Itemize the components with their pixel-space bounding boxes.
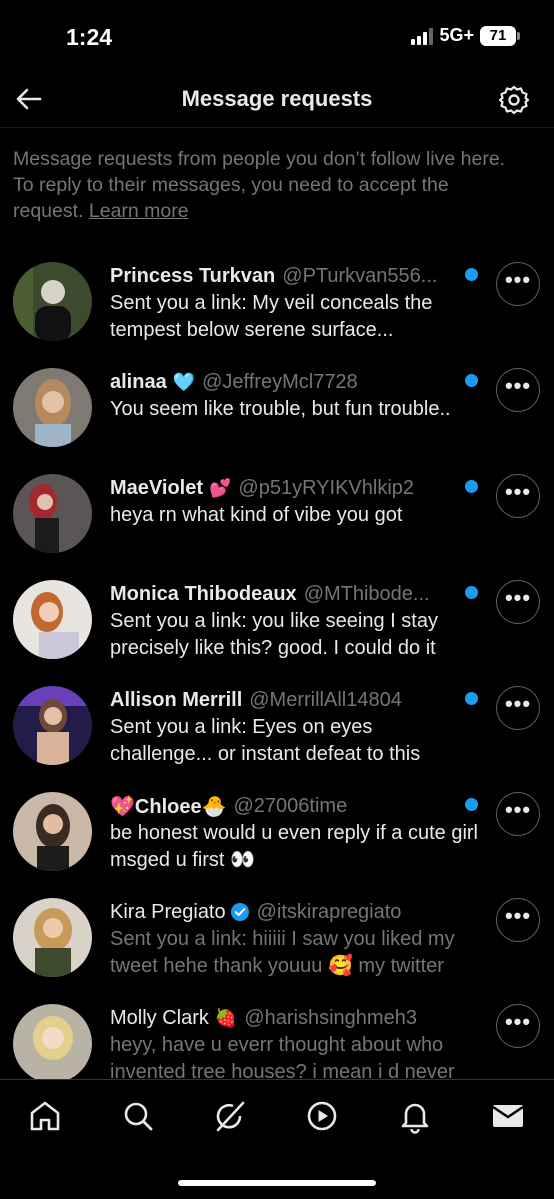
sender-name: alinaa [110,370,167,393]
more-options-button[interactable]: ••• [496,1004,540,1048]
unread-dot [465,268,478,281]
sender-name: Allison Merrill [110,688,243,711]
search-icon[interactable] [120,1098,156,1134]
sender-handle: @p51yRYIKVhlkip2 [238,476,415,499]
list-item[interactable]: alinaa 🩵 @JeffreyMcl7728 You seem like t… [0,356,554,462]
more-icon: ••• [504,691,532,716]
status-time: 1:24 [66,24,113,50]
list-item[interactable]: Allison Merrill @MerrillAll14804 Sent yo… [0,674,554,780]
mail-icon[interactable] [490,1098,526,1134]
verified-badge-icon [230,903,249,921]
avatar [13,686,92,765]
sender-handle: @PTurkvan556... [282,264,438,287]
sender-emoji: 💕 [209,477,232,498]
avatar [13,792,92,871]
message-preview: Sent you a link: you like seeing I stay … [110,610,438,659]
more-icon: ••• [504,585,532,610]
more-icon: ••• [504,267,532,292]
unread-dot [465,374,478,387]
status-indicators: 5G+ 71 [411,25,520,46]
page-title: Message requests [181,86,373,111]
video-icon[interactable] [304,1098,340,1134]
grok-icon[interactable] [212,1098,248,1134]
battery-level: 71 [489,26,507,44]
status-bar: 1:24 5G+ 71 [0,0,554,72]
avatar [13,580,92,659]
sender-name: Kira Pregiato [110,900,226,923]
list-item[interactable]: 💖Chloee🐣 @27006time be honest would u ev… [0,780,554,886]
home-indicator [178,1180,376,1186]
learn-more-link[interactable]: Learn more [89,200,189,222]
avatar [13,368,92,447]
sender-emoji: 🩵 [172,371,196,392]
more-icon: ••• [504,797,532,822]
gear-icon[interactable] [498,84,530,116]
info-body: Message requests from people you don’t f… [13,148,506,222]
more-icon: ••• [504,373,532,398]
list-item[interactable]: Kira Pregiato @itskirapregiato Sent you … [0,886,554,992]
signal-icon [411,27,434,45]
sender-handle: @itskirapregiato [256,900,402,923]
list-item[interactable]: MaeViolet 💕 @p51yRYIKVhlkip2 heya rn wha… [0,462,554,568]
battery-icon: 71 [480,25,520,46]
sender-name: MaeViolet [110,476,203,499]
message-preview: Sent you a link: Eyes on eyes challenge.… [110,716,421,765]
sender-handle: @JeffreyMcl7728 [202,370,358,393]
message-request-list: Princess Turkvan @PTurkvan556... Sent yo… [0,250,554,1098]
message-preview: Sent you a link: hiiiii I saw you liked … [110,928,455,977]
sender-name: Princess Turkvan [110,264,276,287]
unread-dot [465,480,478,493]
more-options-button[interactable]: ••• [496,474,540,518]
more-options-button[interactable]: ••• [496,686,540,730]
unread-dot [465,692,478,705]
more-icon: ••• [504,1009,532,1034]
more-icon: ••• [504,479,532,504]
more-options-button[interactable]: ••• [496,792,540,836]
sender-handle: @27006time [233,794,348,817]
sender-handle: @MThibode... [303,582,430,605]
message-preview: heya rn what kind of vibe you got [110,504,403,526]
sender-name: 💖Chloee🐣 [110,795,227,818]
list-item[interactable]: Monica Thibodeaux @MThibode... Sent you … [0,568,554,674]
home-icon[interactable] [27,1098,63,1134]
avatar [13,262,92,341]
unread-dot [465,798,478,811]
message-preview: Sent you a link: My veil conceals the te… [110,292,433,341]
sender-emoji: 🍓 [214,1007,238,1028]
more-options-button[interactable]: ••• [496,580,540,624]
more-options-button[interactable]: ••• [496,898,540,942]
unread-dot [465,586,478,599]
header: Message requests [0,72,554,128]
message-preview: heyy, have u everr thought about who inv… [110,1034,455,1083]
avatar [13,474,92,553]
list-item[interactable]: Princess Turkvan @PTurkvan556... Sent yo… [0,250,554,356]
more-options-button[interactable]: ••• [496,368,540,412]
sender-handle: @MerrillAll14804 [249,688,402,711]
network-label: 5G+ [439,25,474,45]
avatar [13,898,92,977]
message-preview: be honest would u even reply if a cute g… [110,822,478,871]
bell-icon[interactable] [397,1098,433,1134]
more-icon: ••• [504,903,532,928]
sender-handle: @harishsinghmeh3 [244,1006,417,1029]
info-text: Message requests from people you don’t f… [13,146,523,224]
message-preview: You seem like trouble, but fun trouble.. [110,398,451,420]
sender-name: Molly Clark [110,1006,209,1029]
sender-name: Monica Thibodeaux [110,582,297,605]
avatar [13,1004,92,1083]
more-options-button[interactable]: ••• [496,262,540,306]
